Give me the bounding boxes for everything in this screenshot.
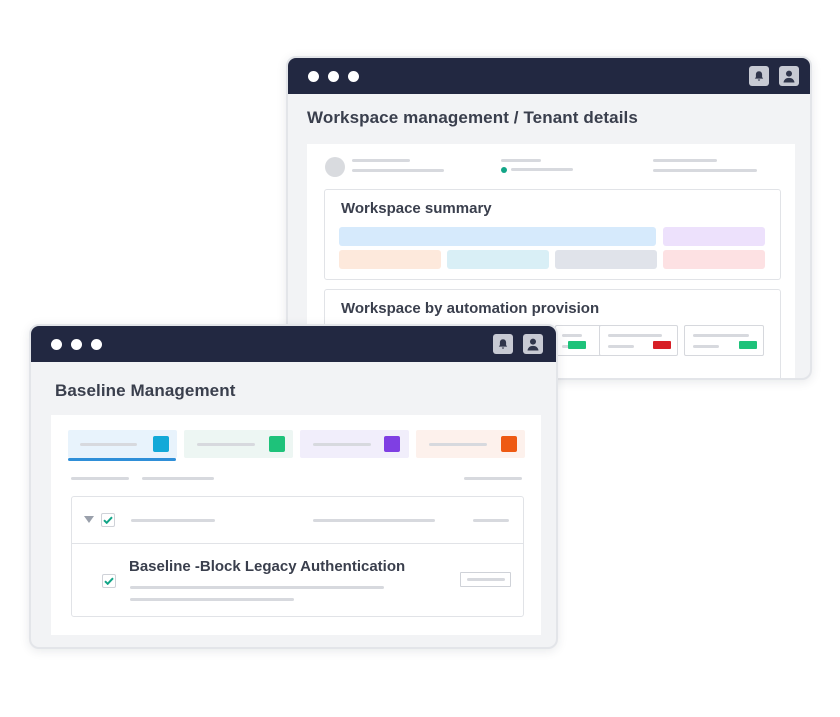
metric-label-placeholder [562, 334, 582, 337]
status-label-placeholder [501, 159, 541, 162]
automation-metric-tile[interactable] [684, 325, 764, 356]
info-value-placeholder [653, 169, 757, 172]
category-tab-1[interactable] [68, 430, 177, 458]
baseline-description-placeholder [130, 586, 384, 589]
baseline-item-title: Baseline -Block Legacy Authentication [129, 558, 406, 575]
baseline-group-row[interactable] [72, 497, 523, 544]
button-label-placeholder [467, 578, 505, 581]
metric-label-placeholder [693, 334, 749, 337]
workspace-summary-title: Workspace summary [341, 200, 492, 217]
page-title: Workspace management / Tenant details [307, 108, 638, 127]
expand-chevron-icon[interactable] [84, 516, 94, 523]
summary-tile[interactable] [447, 250, 549, 269]
check-icon [104, 577, 114, 585]
notifications-bell-icon[interactable] [749, 66, 769, 86]
category-tab-3[interactable] [300, 430, 409, 458]
baseline-panel: Baseline -Block Legacy Authentication [51, 415, 541, 635]
baseline-action-button[interactable] [460, 572, 511, 587]
window-dot[interactable] [328, 71, 339, 82]
tab-label-placeholder [313, 443, 371, 446]
tenant-avatar [325, 157, 345, 177]
summary-tile[interactable] [339, 227, 656, 246]
info-label-placeholder [653, 159, 717, 162]
summary-tile[interactable] [663, 227, 765, 246]
metric-badge [568, 341, 586, 349]
tab-label-placeholder [197, 443, 255, 446]
active-tab-underline [68, 458, 176, 461]
metric-badge [739, 341, 757, 349]
tab-label-placeholder [429, 443, 487, 446]
tenant-meta-placeholder [352, 169, 444, 172]
column-header-placeholder [142, 477, 214, 480]
summary-tile[interactable] [555, 250, 657, 269]
page-title: Baseline Management [55, 381, 236, 400]
window-dot[interactable] [71, 339, 82, 350]
group-meta-placeholder [313, 519, 435, 522]
metric-value-placeholder [693, 345, 719, 348]
column-header-placeholder [464, 477, 522, 480]
window-titlebar [31, 326, 556, 362]
column-header-placeholder [71, 477, 129, 480]
window-dot[interactable] [308, 71, 319, 82]
baseline-description-placeholder [130, 598, 294, 601]
tenant-name-placeholder [352, 159, 410, 162]
window-dot[interactable] [91, 339, 102, 350]
group-name-placeholder [131, 519, 215, 522]
metric-label-placeholder [608, 334, 662, 337]
notifications-bell-icon[interactable] [493, 334, 513, 354]
baseline-management-window: Baseline Management Baseline -Block Lega… [29, 324, 558, 649]
group-checkbox[interactable] [101, 513, 115, 527]
baseline-item-checkbox[interactable] [102, 574, 116, 588]
metric-value-placeholder [608, 345, 634, 348]
user-profile-icon[interactable] [523, 334, 543, 354]
check-icon [103, 516, 113, 524]
tab-accent-square [501, 436, 517, 452]
window-controls [308, 71, 359, 82]
status-value-placeholder [511, 168, 573, 171]
baseline-list: Baseline -Block Legacy Authentication [71, 496, 524, 617]
tab-accent-square [269, 436, 285, 452]
automation-provision-title: Workspace by automation provision [341, 300, 600, 317]
tab-accent-square [153, 436, 169, 452]
category-tab-4[interactable] [416, 430, 525, 458]
automation-metric-tile[interactable] [599, 325, 678, 356]
summary-tile[interactable] [663, 250, 765, 269]
metric-badge [653, 341, 671, 349]
category-tab-2[interactable] [184, 430, 293, 458]
window-titlebar [288, 58, 810, 94]
tab-label-placeholder [80, 443, 137, 446]
status-dot [501, 167, 507, 173]
summary-tile[interactable] [339, 250, 441, 269]
group-action-placeholder [473, 519, 509, 522]
window-dot[interactable] [348, 71, 359, 82]
user-profile-icon[interactable] [779, 66, 799, 86]
workspace-summary-card: Workspace summary [324, 189, 781, 280]
tab-accent-square [384, 436, 400, 452]
window-dot[interactable] [51, 339, 62, 350]
baseline-item-row[interactable]: Baseline -Block Legacy Authentication [72, 544, 523, 616]
window-controls [51, 339, 102, 350]
